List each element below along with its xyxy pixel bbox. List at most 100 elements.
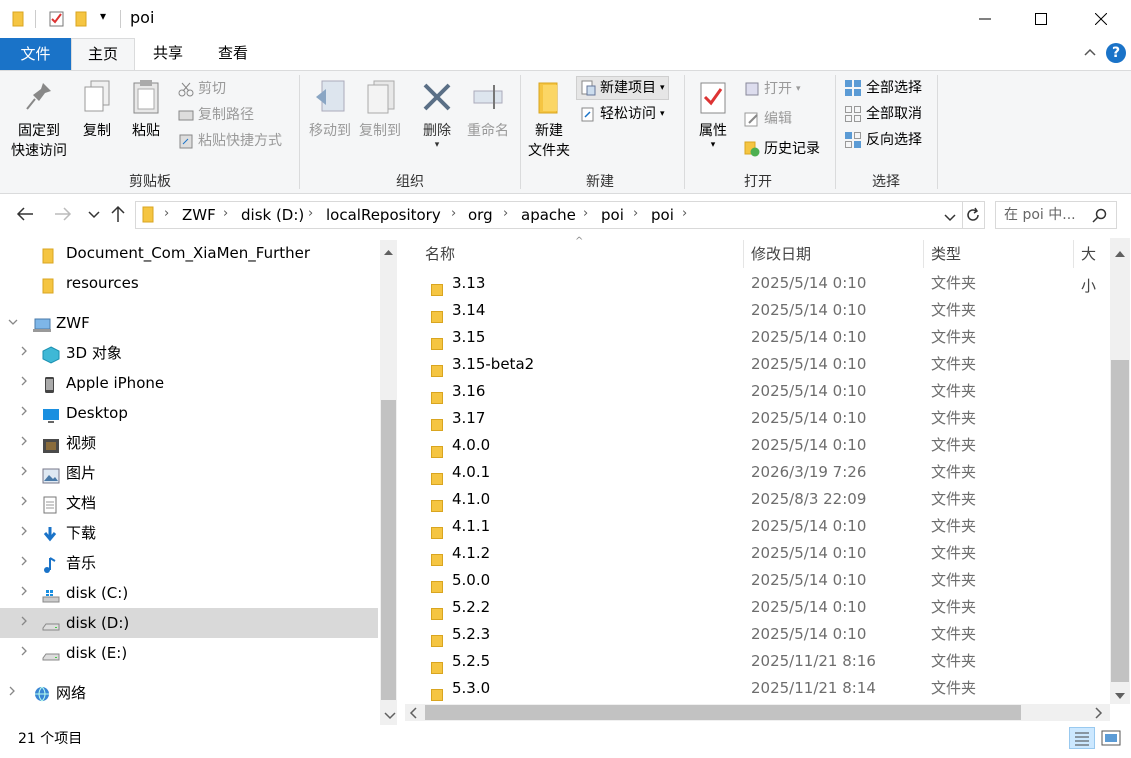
scroll-right-icon[interactable]: [1095, 707, 1103, 723]
file-row[interactable]: 3.15-beta2 2025/5/14 0:10 文件夹: [405, 351, 1110, 378]
column-divider[interactable]: [743, 240, 744, 268]
breadcrumb-separator[interactable]: ›: [308, 206, 313, 221]
collapsed-chevron-icon[interactable]: [20, 578, 28, 608]
file-row[interactable]: 3.13 2025/5/14 0:10 文件夹: [405, 270, 1110, 297]
select-none-button[interactable]: 全部取消: [844, 104, 922, 124]
nav-item[interactable]: 图片: [0, 458, 378, 488]
nav-item[interactable]: 音乐: [0, 548, 378, 578]
edit-button[interactable]: 编辑: [744, 109, 792, 129]
collapsed-chevron-icon[interactable]: [20, 488, 28, 518]
file-row[interactable]: 3.15 2025/5/14 0:10 文件夹: [405, 324, 1110, 351]
nav-pane-scrollbar[interactable]: [380, 240, 397, 725]
breadcrumb-poi-2[interactable]: poi: [651, 206, 674, 224]
collapsed-chevron-icon[interactable]: [20, 518, 28, 548]
paste-shortcut-button[interactable]: 粘贴快捷方式: [178, 131, 282, 151]
copy-path-button[interactable]: 复制路径: [178, 105, 254, 125]
new-item-button[interactable]: 新建项目 ▾: [576, 76, 669, 100]
breadcrumb-separator[interactable]: ›: [682, 206, 687, 221]
breadcrumb-org[interactable]: org: [468, 206, 493, 224]
address-bar[interactable]: › ZWF › disk (D:) › localRepository › or…: [135, 201, 985, 229]
cut-button[interactable]: 剪切: [178, 79, 226, 99]
breadcrumb-separator[interactable]: ›: [583, 206, 588, 221]
column-header-name[interactable]: 名称: [425, 238, 455, 270]
tab-file[interactable]: 文件: [0, 38, 71, 70]
file-row[interactable]: 4.1.2 2025/5/14 0:10 文件夹: [405, 540, 1110, 567]
file-row[interactable]: 5.2.5 2025/11/21 8:16 文件夹: [405, 648, 1110, 675]
help-icon[interactable]: ?: [1106, 43, 1126, 63]
nav-scroll-thumb[interactable]: [381, 400, 396, 700]
expanded-chevron-icon[interactable]: [8, 308, 18, 338]
close-button[interactable]: [1072, 0, 1130, 38]
search-icon[interactable]: [1092, 207, 1108, 233]
file-row[interactable]: 3.14 2025/5/14 0:10 文件夹: [405, 297, 1110, 324]
select-all-button[interactable]: 全部选择: [844, 78, 922, 98]
file-list-scroll-thumb[interactable]: [1111, 360, 1129, 682]
collapse-ribbon-icon[interactable]: [1084, 46, 1096, 60]
collapsed-chevron-icon[interactable]: [20, 608, 28, 638]
nav-item[interactable]: resources: [0, 268, 378, 298]
column-header-size[interactable]: 大小: [1081, 238, 1110, 295]
column-header-date[interactable]: 修改日期: [751, 238, 811, 270]
minimize-button[interactable]: [956, 0, 1014, 38]
collapsed-chevron-icon[interactable]: [20, 638, 28, 668]
file-row[interactable]: 3.17 2025/5/14 0:10 文件夹: [405, 405, 1110, 432]
history-button[interactable]: 历史记录: [744, 139, 820, 159]
nav-item[interactable]: Apple iPhone: [0, 368, 378, 398]
refresh-icon[interactable]: [965, 207, 981, 227]
collapsed-chevron-icon[interactable]: [20, 338, 28, 368]
file-row[interactable]: 4.1.1 2025/5/14 0:10 文件夹: [405, 513, 1110, 540]
scroll-down-icon[interactable]: [1115, 688, 1125, 704]
file-row[interactable]: 5.2.2 2025/5/14 0:10 文件夹: [405, 594, 1110, 621]
file-row[interactable]: 3.16 2025/5/14 0:10 文件夹: [405, 378, 1110, 405]
new-folder-quick-icon[interactable]: [75, 10, 91, 28]
nav-item[interactable]: ZWF: [0, 308, 378, 338]
file-row[interactable]: 5.3.0 2025/11/21 8:14 文件夹: [405, 675, 1110, 702]
breadcrumb-disk-d[interactable]: disk (D:): [241, 206, 304, 224]
breadcrumb-separator[interactable]: ›: [633, 206, 638, 221]
address-history-dropdown-icon[interactable]: [944, 211, 956, 227]
file-row[interactable]: 5.2.3 2025/5/14 0:10 文件夹: [405, 621, 1110, 648]
maximize-button[interactable]: [1012, 0, 1070, 38]
properties-quick-icon[interactable]: [48, 10, 64, 28]
breadcrumb-apache[interactable]: apache: [521, 206, 576, 224]
properties-button[interactable]: 属性 ▾: [690, 79, 736, 150]
large-icons-view-button[interactable]: [1100, 728, 1122, 748]
delete-button[interactable]: 删除 ▾: [414, 79, 460, 150]
breadcrumb-separator[interactable]: ›: [223, 206, 228, 221]
breadcrumb-poi-1[interactable]: poi: [601, 206, 624, 224]
horizontal-scroll-thumb[interactable]: [425, 705, 1021, 720]
breadcrumb-separator[interactable]: ›: [503, 206, 508, 221]
forward-arrow-icon[interactable]: [54, 206, 72, 226]
quick-access-dropdown[interactable]: ▾: [100, 9, 106, 23]
breadcrumb-localrepository[interactable]: localRepository: [326, 206, 441, 224]
scroll-down-icon[interactable]: [384, 708, 396, 724]
tab-home[interactable]: 主页: [71, 38, 135, 71]
invert-selection-button[interactable]: 反向选择: [844, 130, 922, 150]
column-divider[interactable]: [923, 240, 924, 268]
breadcrumb-separator[interactable]: ›: [164, 206, 169, 221]
nav-item[interactable]: disk (D:): [0, 608, 378, 638]
properties-dropdown-icon[interactable]: ▾: [690, 141, 736, 150]
copy-button[interactable]: 复制: [76, 79, 118, 141]
open-button[interactable]: 打开 ▾: [744, 79, 801, 99]
nav-item[interactable]: disk (C:): [0, 578, 378, 608]
breadcrumb-separator[interactable]: ›: [451, 206, 456, 221]
collapsed-chevron-icon[interactable]: [20, 398, 28, 428]
tab-view[interactable]: 查看: [205, 38, 261, 68]
easy-access-button[interactable]: 轻松访问 ▾: [580, 104, 665, 124]
scroll-left-icon[interactable]: [409, 707, 417, 723]
file-list-horizontal-scrollbar[interactable]: [405, 704, 1110, 721]
nav-item[interactable]: 3D 对象: [0, 338, 378, 368]
move-to-button[interactable]: 移动到: [306, 79, 354, 141]
column-divider[interactable]: [1073, 240, 1074, 268]
nav-item[interactable]: 视频: [0, 428, 378, 458]
file-row[interactable]: 4.1.0 2025/8/3 22:09 文件夹: [405, 486, 1110, 513]
tab-share[interactable]: 共享: [140, 38, 196, 68]
details-view-button[interactable]: [1069, 727, 1095, 749]
delete-dropdown-icon[interactable]: ▾: [414, 141, 460, 150]
rename-button[interactable]: 重命名: [462, 79, 514, 141]
nav-item[interactable]: Desktop: [0, 398, 378, 428]
recent-locations-icon[interactable]: [88, 208, 100, 224]
file-row[interactable]: 5.0.0 2025/5/14 0:10 文件夹: [405, 567, 1110, 594]
paste-button[interactable]: 粘贴: [124, 79, 168, 141]
